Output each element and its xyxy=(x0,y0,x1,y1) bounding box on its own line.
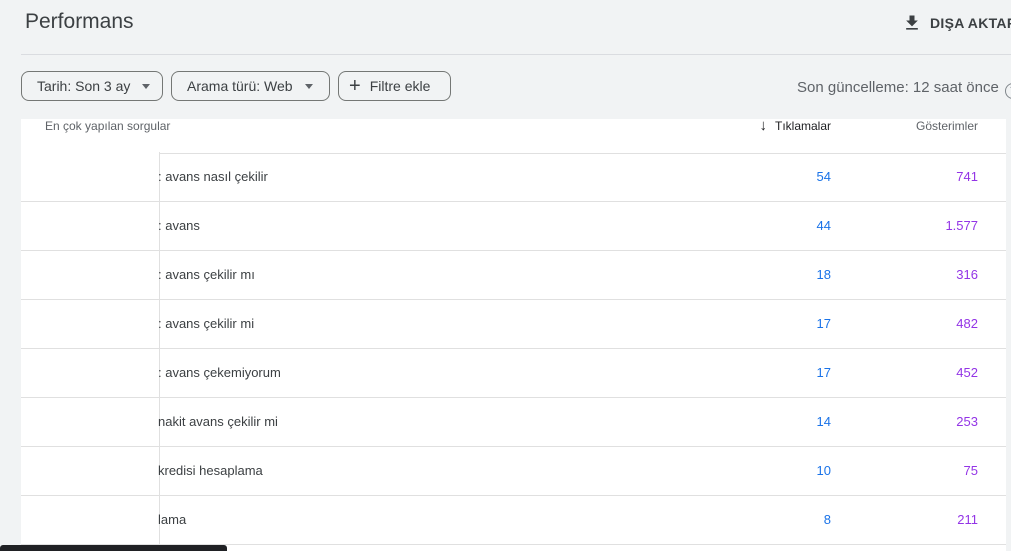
query-cell: : avans çekemiyorum xyxy=(158,365,281,380)
query-cell: : avans çekilir mi xyxy=(158,316,255,331)
snackbar-edge xyxy=(0,545,227,551)
table-body: : avans nasıl çekilir 54 741 : avans 44 … xyxy=(21,152,1006,545)
impressions-cell: 253 xyxy=(956,414,978,429)
caret-down-icon xyxy=(142,83,151,89)
add-filter-button[interactable]: + Filtre ekle xyxy=(338,71,451,101)
clicks-cell: 17 xyxy=(816,365,831,380)
date-filter-label: Tarih: Son 3 ay xyxy=(37,78,131,94)
table-row[interactable]: : avans çekilir mı 18 316 xyxy=(21,250,1006,300)
impressions-cell: 316 xyxy=(956,267,978,282)
help-circle-icon[interactable]: ? xyxy=(1004,83,1011,99)
query-cell: kredisi hesaplama xyxy=(158,463,263,478)
query-cell: : avans çekilir mı xyxy=(158,267,255,282)
table-row[interactable]: nakit avans çekilir mi 14 253 xyxy=(21,397,1006,447)
redaction-block xyxy=(21,495,160,544)
add-filter-label: Filtre ekle xyxy=(369,78,431,94)
impressions-cell: 211 xyxy=(957,512,978,527)
table-row[interactable]: : avans çekemiyorum 17 452 xyxy=(21,348,1006,398)
redaction-block xyxy=(21,446,160,495)
table-row[interactable]: : avans 44 1.577 xyxy=(21,201,1006,251)
redaction-block xyxy=(21,201,160,250)
clicks-cell: 54 xyxy=(816,169,831,184)
table-row[interactable]: kredisi hesaplama 10 75 xyxy=(21,446,1006,496)
search-type-chip[interactable]: Arama türü: Web xyxy=(171,71,330,101)
clicks-cell: 44 xyxy=(816,218,831,233)
queries-table-card: En çok yapılan sorgular ↓ Tıklamalar Gös… xyxy=(21,117,1006,551)
table-row[interactable]: : avans nasıl çekilir 54 741 xyxy=(21,152,1006,202)
page-title: Performans xyxy=(25,10,134,33)
table-header: En çok yapılan sorgular ↓ Tıklamalar Gös… xyxy=(21,117,1006,154)
redaction-block xyxy=(21,348,160,397)
query-cell: : avans nasıl çekilir xyxy=(158,169,268,184)
query-cell: lama xyxy=(158,512,187,527)
impressions-cell: 75 xyxy=(963,463,978,478)
clicks-cell: 17 xyxy=(816,316,831,331)
download-icon xyxy=(906,15,918,30)
query-cell: : avans xyxy=(158,218,200,233)
redaction-block xyxy=(21,397,160,446)
clicks-cell: 14 xyxy=(816,414,831,429)
column-header-queries[interactable]: En çok yapılan sorgular xyxy=(45,119,170,133)
export-button[interactable]: DIŞA AKTAR xyxy=(902,13,1011,33)
column-header-impressions[interactable]: Gösterimler xyxy=(916,119,978,133)
impressions-cell: 482 xyxy=(956,316,978,331)
page-header: Performans DIŞA AKTAR xyxy=(0,0,1011,54)
query-cell: nakit avans çekilir mi xyxy=(158,414,278,429)
export-label: DIŞA AKTAR xyxy=(930,15,1011,31)
last-update-label: Son güncelleme: 12 saat önce xyxy=(797,79,999,96)
date-filter-chip[interactable]: Tarih: Son 3 ay xyxy=(21,71,163,101)
header-divider xyxy=(21,54,1011,55)
column-header-clicks[interactable]: ↓ Tıklamalar xyxy=(759,117,831,134)
plus-icon: + xyxy=(349,75,361,97)
last-update-text: Son güncelleme: 12 saat önce? xyxy=(797,79,1011,99)
caret-down-icon xyxy=(304,83,313,89)
clicks-cell: 18 xyxy=(816,267,831,282)
clicks-cell: 10 xyxy=(816,463,831,478)
impressions-cell: 1.577 xyxy=(945,218,978,233)
table-row[interactable]: lama 8 211 xyxy=(21,495,1006,545)
search-type-label: Arama türü: Web xyxy=(187,78,293,94)
impressions-cell: 452 xyxy=(956,365,978,380)
redaction-block xyxy=(21,152,160,201)
table-row[interactable]: : avans çekilir mi 17 482 xyxy=(21,299,1006,349)
clicks-cell: 8 xyxy=(823,512,831,527)
column-header-clicks-label: Tıklamalar xyxy=(774,118,831,133)
redaction-block xyxy=(21,250,160,299)
impressions-cell: 741 xyxy=(956,169,978,184)
redaction-block xyxy=(21,299,160,348)
arrow-down-icon: ↓ xyxy=(759,117,767,134)
